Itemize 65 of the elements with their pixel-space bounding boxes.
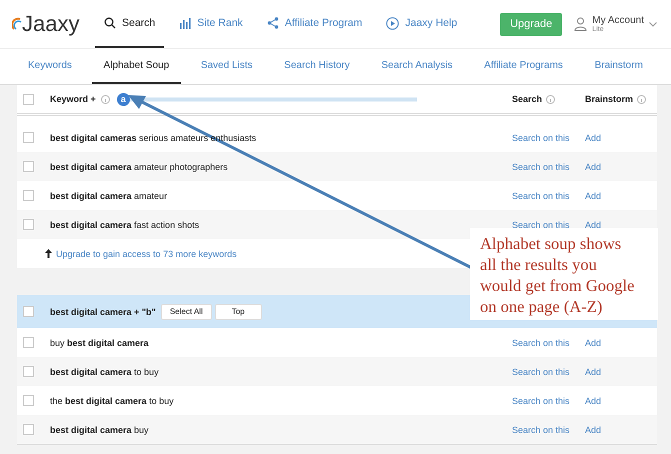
annotation-callout: Alphabet soup shows all the results you would get from Google on one page (A-Z) <box>470 228 658 320</box>
tab[interactable]: Keywords <box>16 49 84 84</box>
upgrade-button[interactable]: Upgrade <box>500 12 562 36</box>
search-link[interactable]: Search on this <box>512 366 570 376</box>
checkbox[interactable] <box>23 306 34 317</box>
checkbox[interactable] <box>23 366 34 377</box>
select-all-button[interactable]: Select All <box>160 304 212 320</box>
info-icon[interactable] <box>546 94 556 104</box>
info-icon[interactable] <box>637 94 646 104</box>
add-link[interactable]: Add <box>585 162 602 172</box>
account-name[interactable]: My Account <box>592 15 644 26</box>
search-link[interactable]: Search on this <box>512 424 570 434</box>
keyword-text: the best digital camera to buy <box>50 396 174 406</box>
search-icon <box>104 17 116 29</box>
checkbox[interactable] <box>23 161 34 172</box>
upgrade-link[interactable]: Upgrade to gain access to 73 more keywords <box>56 248 237 258</box>
nav-link[interactable]: Jaaxy Help <box>377 0 466 48</box>
search-link[interactable]: Search on this <box>512 338 570 348</box>
checkbox[interactable] <box>23 94 34 104</box>
search-link[interactable]: Search on this <box>512 132 570 142</box>
play-icon <box>386 16 400 30</box>
column-header[interactable]: Keyword + <box>50 94 96 104</box>
nav-link[interactable]: Site Rank <box>170 0 252 48</box>
keyword-text: best digital camera buy <box>50 424 149 434</box>
bar-chart-icon <box>179 17 192 29</box>
top-button[interactable]: Top <box>214 304 262 320</box>
add-link[interactable]: Add <box>585 424 602 434</box>
column-header: Brainstorm <box>585 94 634 104</box>
letter-slider-thumb[interactable]: a <box>116 92 130 106</box>
keyword-text: best digital camera amateur photographers <box>50 162 228 172</box>
column-header: Search <box>512 94 542 104</box>
add-link[interactable]: Add <box>585 366 602 376</box>
tab[interactable]: Brainstorm <box>582 49 655 84</box>
group-title: best digital camera + "b" <box>50 306 156 316</box>
keyword-text: best digital camera fast action shots <box>50 220 200 230</box>
info-icon[interactable] <box>100 94 110 104</box>
tab[interactable]: Search History <box>272 49 362 84</box>
tab[interactable]: Affiliate Programs <box>472 49 575 84</box>
add-link[interactable]: Add <box>585 220 602 230</box>
logo-text[interactable]: Jaaxy <box>22 11 80 37</box>
letter-slider-track[interactable]: a <box>116 92 417 106</box>
add-link[interactable]: Add <box>585 190 602 200</box>
add-link[interactable]: Add <box>585 132 602 142</box>
chevron-down-icon[interactable] <box>649 22 657 26</box>
user-icon <box>574 17 588 31</box>
keyword-text: best digital camera to buy <box>50 366 159 376</box>
search-link[interactable]: Search on this <box>512 190 570 200</box>
checkbox[interactable] <box>23 395 34 406</box>
tab[interactable]: Search Analysis <box>369 49 465 84</box>
checkbox[interactable] <box>23 337 34 348</box>
share-icon <box>266 17 279 29</box>
keyword-text: buy best digital camera <box>50 338 149 348</box>
checkbox[interactable] <box>23 190 34 201</box>
checkbox[interactable] <box>23 219 34 230</box>
checkbox[interactable] <box>23 132 34 143</box>
tab[interactable]: Saved Lists <box>188 49 265 84</box>
add-link[interactable]: Add <box>585 338 602 348</box>
nav-link[interactable]: Affiliate Program <box>258 0 372 48</box>
checkbox[interactable] <box>23 424 34 435</box>
add-link[interactable]: Add <box>585 396 602 406</box>
keyword-text: best digital camera amateur <box>50 190 168 200</box>
search-link[interactable]: Search on this <box>512 396 570 406</box>
search-link[interactable]: Search on this <box>512 220 570 230</box>
arrow-up-icon <box>45 249 52 258</box>
search-link[interactable]: Search on this <box>512 162 570 172</box>
